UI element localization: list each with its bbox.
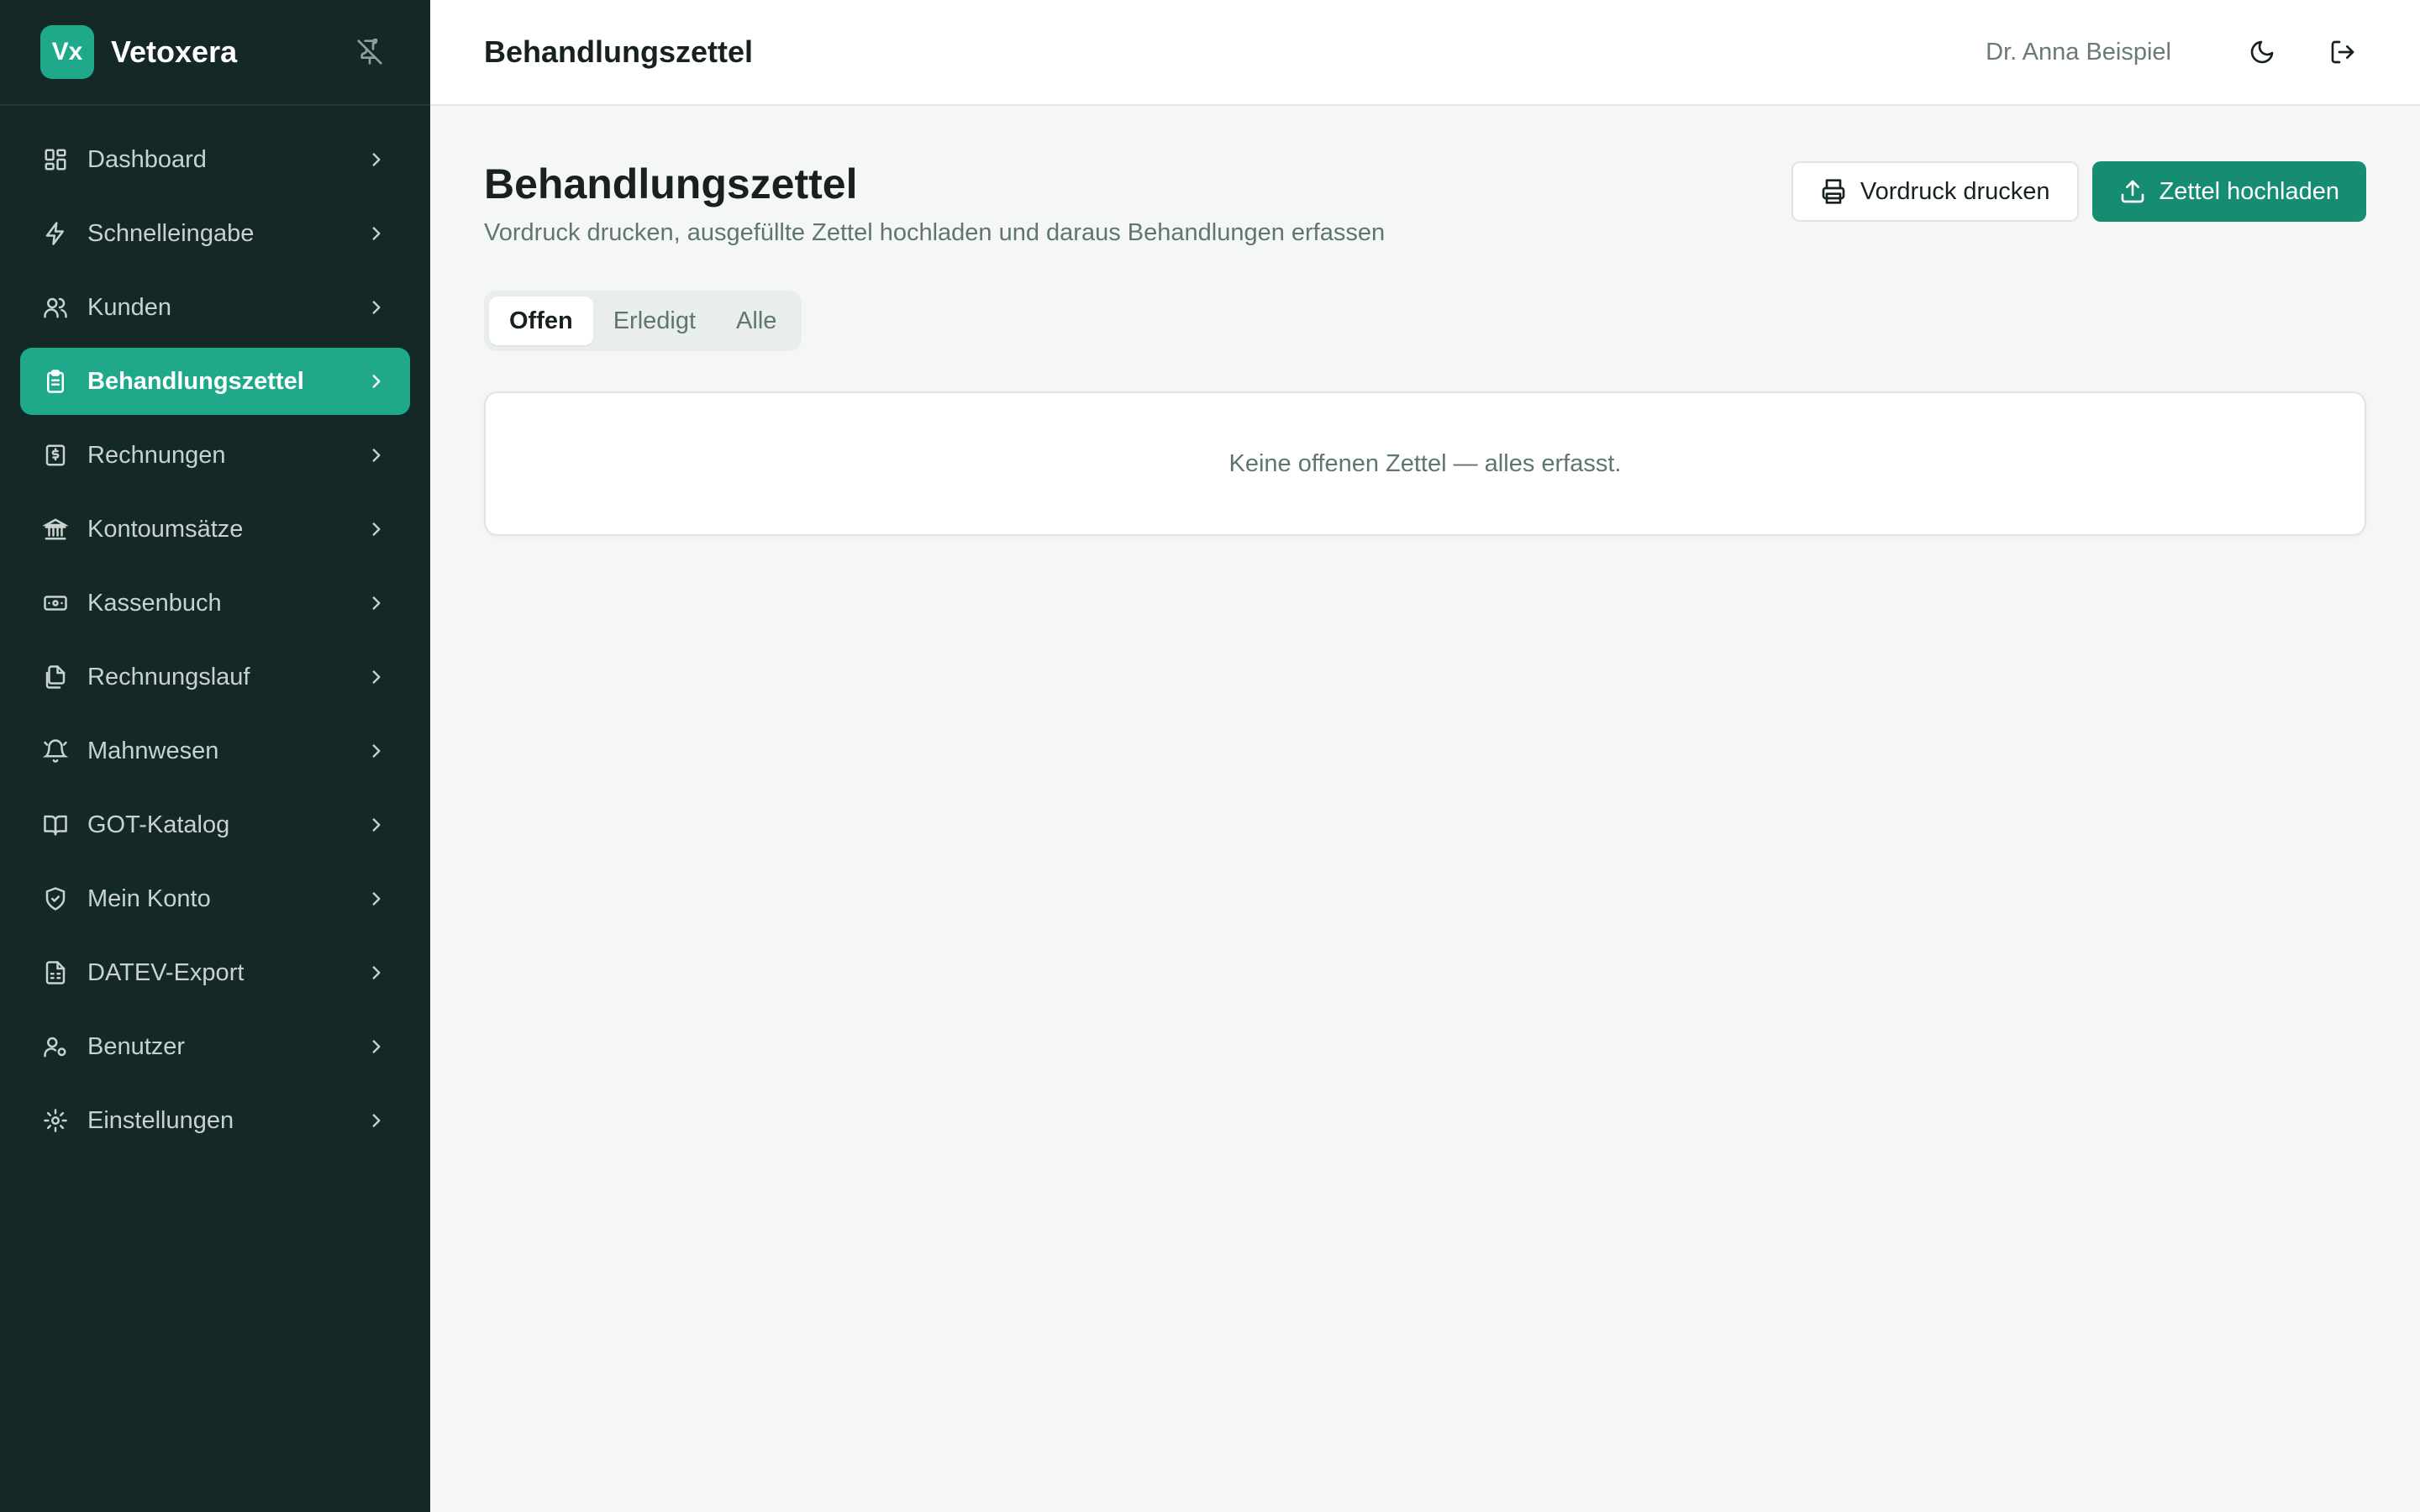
logout-button[interactable] bbox=[2319, 29, 2366, 76]
page-header: Behandlungszettel Vordruck drucken, ausg… bbox=[484, 161, 2366, 247]
sidebar-item-datev-export[interactable]: DATEV-Export bbox=[20, 939, 410, 1006]
users-icon bbox=[40, 292, 71, 323]
upload-sheet-button[interactable]: Zettel hochladen bbox=[2091, 161, 2366, 222]
bell-icon bbox=[40, 736, 71, 766]
unpin-sidebar-button[interactable] bbox=[350, 32, 390, 72]
status-tabs: Offen Erledigt Alle bbox=[484, 291, 802, 351]
logout-icon bbox=[2331, 40, 2354, 64]
documents-icon bbox=[40, 662, 71, 692]
brand-name: Vetoxera bbox=[111, 34, 238, 69]
chevron-right-icon bbox=[363, 664, 390, 690]
sidebar-item-label: Dashboard bbox=[87, 145, 207, 173]
empty-state-card: Keine offenen Zettel — alles erfasst. bbox=[484, 391, 2366, 536]
sidebar-item-label: Rechnungen bbox=[87, 441, 226, 469]
sidebar-item-kassenbuch[interactable]: Kassenbuch bbox=[20, 570, 410, 637]
sidebar-item-rechnungen[interactable]: Rechnungen bbox=[20, 422, 410, 489]
sidebar: Vx Vetoxera Dashboard Schnelleingabe Kun… bbox=[0, 0, 430, 1512]
sidebar-item-label: Kassenbuch bbox=[87, 589, 222, 617]
pin-off-icon bbox=[357, 39, 382, 65]
sidebar-item-label: Benutzer bbox=[87, 1032, 186, 1060]
chevron-right-icon bbox=[363, 442, 390, 469]
chevron-right-icon bbox=[363, 1107, 390, 1134]
sidebar-item-label: Schnelleingabe bbox=[87, 219, 255, 247]
dark-mode-toggle[interactable] bbox=[2238, 29, 2286, 76]
chevron-right-icon bbox=[363, 1033, 390, 1060]
cash-icon bbox=[40, 588, 71, 618]
dashboard-icon bbox=[40, 144, 71, 175]
sidebar-item-label: Kontoumsätze bbox=[87, 515, 244, 543]
chevron-right-icon bbox=[363, 738, 390, 764]
sidebar-item-label: Mahnwesen bbox=[87, 737, 219, 764]
tab-offen[interactable]: Offen bbox=[489, 297, 593, 345]
topbar-title: Behandlungszettel bbox=[484, 34, 754, 69]
sidebar-item-rechnungslauf[interactable]: Rechnungslauf bbox=[20, 643, 410, 711]
sidebar-item-got-katalog[interactable]: GOT-Katalog bbox=[20, 791, 410, 858]
sidebar-item-dashboard[interactable]: Dashboard bbox=[20, 126, 410, 193]
sidebar-item-mahnwesen[interactable]: Mahnwesen bbox=[20, 717, 410, 785]
print-template-label: Vordruck drucken bbox=[1860, 177, 2050, 205]
sidebar-item-benutzer[interactable]: Benutzer bbox=[20, 1013, 410, 1080]
sidebar-item-label: DATEV-Export bbox=[87, 958, 245, 986]
tab-erledigt[interactable]: Erledigt bbox=[593, 297, 716, 345]
sidebar-item-label: Behandlungszettel bbox=[87, 367, 304, 395]
sidebar-nav: Dashboard Schnelleingabe Kunden Behandlu… bbox=[0, 106, 430, 1154]
chevron-right-icon bbox=[363, 516, 390, 543]
sidebar-item-kontoumsaetze[interactable]: Kontoumsätze bbox=[20, 496, 410, 563]
chevron-right-icon bbox=[363, 590, 390, 617]
sidebar-item-kunden[interactable]: Kunden bbox=[20, 274, 410, 341]
clipboard-icon bbox=[40, 366, 71, 396]
page-title: Behandlungszettel bbox=[484, 160, 858, 207]
page-header-text: Behandlungszettel Vordruck drucken, ausg… bbox=[484, 161, 1791, 247]
chevron-right-icon bbox=[363, 368, 390, 395]
sidebar-item-mein-konto[interactable]: Mein Konto bbox=[20, 865, 410, 932]
print-template-button[interactable]: Vordruck drucken bbox=[1791, 161, 2079, 222]
empty-state-message: Keine offenen Zettel — alles erfasst. bbox=[1228, 449, 1622, 477]
upload-sheet-label: Zettel hochladen bbox=[2159, 177, 2339, 205]
user-settings-icon bbox=[40, 1032, 71, 1062]
page-actions: Vordruck drucken Zettel hochladen bbox=[1791, 161, 2366, 222]
sidebar-item-label: Mein Konto bbox=[87, 885, 211, 912]
invoice-icon bbox=[40, 440, 71, 470]
gear-icon bbox=[40, 1105, 71, 1136]
main-content: Behandlungszettel Vordruck drucken, ausg… bbox=[484, 106, 2366, 536]
bank-icon bbox=[40, 514, 71, 544]
brand-logo: Vx bbox=[40, 25, 94, 79]
chevron-right-icon bbox=[363, 220, 390, 247]
chevron-right-icon bbox=[363, 885, 390, 912]
sidebar-item-schnelleingabe[interactable]: Schnelleingabe bbox=[20, 200, 410, 267]
topbar: Behandlungszettel Dr. Anna Beispiel bbox=[430, 0, 2420, 106]
page-subtitle: Vordruck drucken, ausgefüllte Zettel hoc… bbox=[484, 219, 1386, 246]
chevron-right-icon bbox=[363, 294, 390, 321]
chevron-right-icon bbox=[363, 959, 390, 986]
sidebar-item-label: GOT-Katalog bbox=[87, 811, 230, 838]
brand-header: Vx Vetoxera bbox=[0, 0, 430, 106]
chevron-right-icon bbox=[363, 146, 390, 173]
printer-icon bbox=[1822, 179, 1845, 204]
sidebar-item-label: Einstellungen bbox=[87, 1106, 234, 1134]
lightning-icon bbox=[40, 218, 71, 249]
sidebar-item-behandlungszettel[interactable]: Behandlungszettel bbox=[20, 348, 410, 415]
upload-icon bbox=[2121, 180, 2144, 203]
sidebar-item-label: Kunden bbox=[87, 293, 171, 321]
tab-alle[interactable]: Alle bbox=[716, 297, 797, 345]
moon-icon bbox=[2250, 40, 2274, 64]
chevron-right-icon bbox=[363, 811, 390, 838]
user-name[interactable]: Dr. Anna Beispiel bbox=[1986, 39, 2171, 66]
spreadsheet-icon bbox=[40, 958, 71, 988]
sidebar-item-label: Rechnungslauf bbox=[87, 663, 250, 690]
book-icon bbox=[40, 810, 71, 840]
sidebar-item-einstellungen[interactable]: Einstellungen bbox=[20, 1087, 410, 1154]
shield-icon bbox=[40, 884, 71, 914]
